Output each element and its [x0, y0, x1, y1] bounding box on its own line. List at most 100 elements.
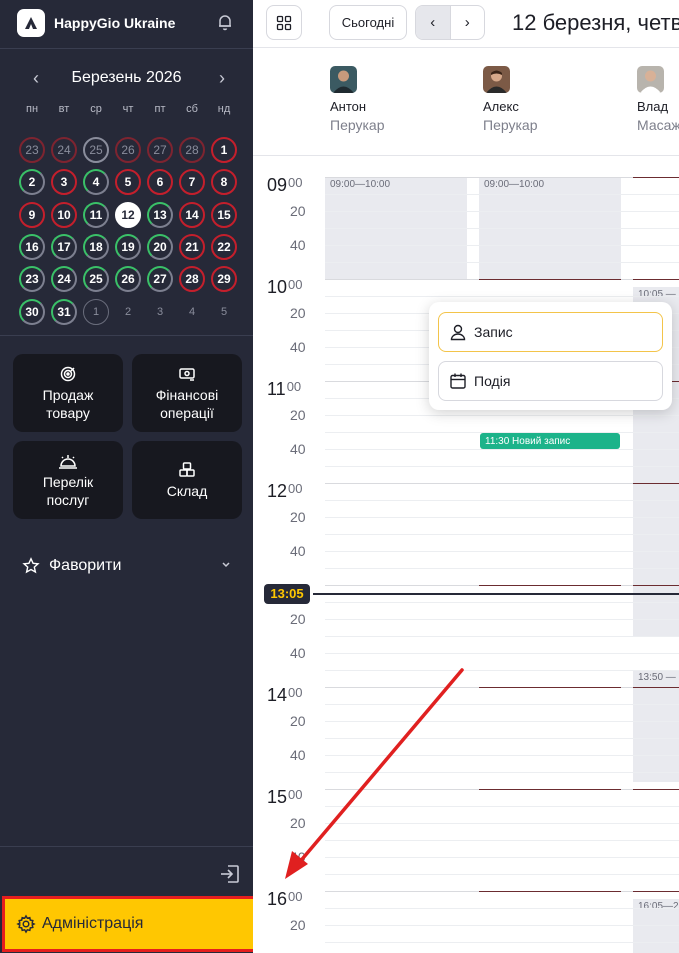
minute-label: 40 — [290, 441, 306, 457]
calendar-day[interactable]: 3 — [48, 166, 80, 198]
calendar-day[interactable]: 15 — [208, 199, 240, 231]
calendar-day[interactable]: 2 — [112, 295, 144, 327]
minute-label: 40 — [290, 849, 306, 865]
schedule-grid[interactable]: 09:00—10:00 09:00—10:00 10:05 — 13:50 — 16:0… — [253, 156, 679, 953]
weekday-row: пн вт ср чт пт сб нд — [16, 103, 240, 115]
calendar-day[interactable]: 21 — [176, 231, 208, 263]
calendar-day-number: 2 — [19, 169, 45, 196]
calendar-day[interactable]: 24 — [48, 134, 80, 166]
bell-icon[interactable] — [216, 13, 234, 31]
calendar-day[interactable]: 26 — [112, 263, 144, 295]
grid-line — [325, 908, 679, 909]
calendar-day[interactable]: 19 — [112, 231, 144, 263]
next-month-button[interactable]: › — [212, 68, 232, 88]
calendar-day[interactable]: 31 — [48, 295, 80, 327]
calendar-day[interactable]: 27 — [144, 263, 176, 295]
brand[interactable]: HappyGio Ukraine — [17, 8, 237, 38]
calendar-day[interactable]: 25 — [80, 263, 112, 295]
calendar-day[interactable]: 3 — [144, 295, 176, 327]
view-grid-button[interactable] — [266, 5, 302, 40]
prev-month-button[interactable]: ‹ — [26, 68, 46, 88]
calendar-day[interactable]: 13 — [144, 199, 176, 231]
calendar-day[interactable]: 22 — [208, 231, 240, 263]
hour-number: 15 — [267, 787, 288, 807]
calendar-day[interactable]: 11 — [80, 199, 112, 231]
day-grid: 23 24 25 26 27 28 1 2 3 4 5 6 7 8 9 10 11 12 13 14 15 16 17 18 1… — [16, 134, 240, 328]
calendar-day[interactable]: 23 — [16, 263, 48, 295]
tile-finance[interactable]: Фінансові операції — [132, 354, 242, 432]
calendar-day[interactable]: 18 — [80, 231, 112, 263]
brand-logo-icon — [17, 9, 45, 37]
calendar-day-number: 23 — [19, 266, 45, 293]
calendar-day[interactable]: 20 — [144, 231, 176, 263]
calendar-day[interactable]: 29 — [208, 263, 240, 295]
favorites-section[interactable]: Фаворити — [22, 552, 234, 580]
blocked-slot-label: 16:05—2 — [638, 901, 679, 913]
calendar-day[interactable]: 28 — [176, 134, 208, 166]
grid-line — [325, 874, 679, 875]
calendar-day-number: 12 — [115, 201, 141, 228]
tile-warehouse[interactable]: Склад — [132, 441, 242, 519]
staff-column-header[interactable]: Антон Перукар — [330, 66, 480, 146]
calendar-day[interactable]: 5 — [112, 166, 144, 198]
sidebar: HappyGio Ukraine ‹ Березень 2026 › пн вт с… — [0, 0, 257, 953]
grid-line — [325, 194, 679, 195]
calendar-day[interactable]: 6 — [144, 166, 176, 198]
hour-number: 12 — [267, 481, 288, 501]
tile-sales-label: Продаж товару — [42, 386, 94, 421]
calendar-day[interactable]: 16 — [16, 231, 48, 263]
calendar-day[interactable]: 30 — [16, 295, 48, 327]
create-event-option[interactable]: Подія — [438, 361, 663, 401]
hour-number: 14 — [267, 685, 288, 705]
calendar-day-number: 15 — [211, 201, 237, 228]
tile-services[interactable]: Перелік послуг — [13, 441, 123, 519]
hour-line — [633, 585, 679, 586]
calendar-day[interactable]: 4 — [80, 166, 112, 198]
staff-column-header[interactable]: Алекс Перукар — [483, 66, 633, 146]
calendar-day[interactable]: 2 — [16, 166, 48, 198]
grid-line — [325, 483, 679, 484]
logout-icon[interactable] — [218, 862, 242, 886]
hour-line — [479, 687, 621, 688]
blocked-slot-label: 13:50 — — [638, 671, 676, 683]
today-button[interactable]: Сьогодні — [329, 5, 407, 40]
boxes-icon — [179, 461, 195, 477]
calendar-day[interactable]: 5 — [208, 295, 240, 327]
calendar-day[interactable]: 8 — [208, 166, 240, 198]
staff-column-header[interactable]: Влад Масажист — [637, 66, 679, 146]
grid-line — [325, 925, 679, 926]
new-appointment[interactable]: 11:30 Новий запис — [480, 433, 620, 449]
calendar-day[interactable]: 1 — [208, 134, 240, 166]
next-day-button[interactable]: › — [451, 6, 485, 39]
minute-label: 40 — [290, 645, 306, 661]
calendar-day[interactable]: 25 — [80, 134, 112, 166]
grid-icon — [276, 15, 292, 30]
calendar-icon — [450, 373, 466, 389]
tile-sales[interactable]: Продаж товару — [13, 354, 123, 432]
minute-label: 20 — [290, 407, 306, 423]
calendar-day-number: 4 — [188, 305, 196, 318]
hour-label: 1500 — [267, 787, 303, 808]
calendar-day[interactable]: 7 — [176, 166, 208, 198]
grid-line — [325, 500, 679, 501]
create-appointment-option[interactable]: Запис — [438, 312, 663, 352]
calendar-day[interactable]: 24 — [48, 263, 80, 295]
calendar-day-number: 5 — [220, 305, 228, 318]
calendar-day[interactable]: 12 — [112, 199, 144, 231]
calendar-day[interactable]: 28 — [176, 263, 208, 295]
calendar-day[interactable]: 26 — [112, 134, 144, 166]
calendar-day[interactable]: 23 — [16, 134, 48, 166]
minute-label: 20 — [290, 509, 306, 525]
grid-line — [325, 823, 679, 824]
administration-button[interactable]: Адміністрація — [2, 896, 257, 952]
calendar-day[interactable]: 10 — [48, 199, 80, 231]
calendar-day[interactable]: 27 — [144, 134, 176, 166]
calendar-day[interactable]: 1 — [80, 295, 112, 327]
calendar-day-number: 1 — [83, 298, 109, 325]
calendar-day[interactable]: 9 — [16, 199, 48, 231]
calendar-day[interactable]: 14 — [176, 199, 208, 231]
prev-day-button[interactable]: ‹ — [416, 6, 451, 39]
calendar-day[interactable]: 17 — [48, 231, 80, 263]
grid-line — [325, 296, 679, 297]
calendar-day[interactable]: 4 — [176, 295, 208, 327]
